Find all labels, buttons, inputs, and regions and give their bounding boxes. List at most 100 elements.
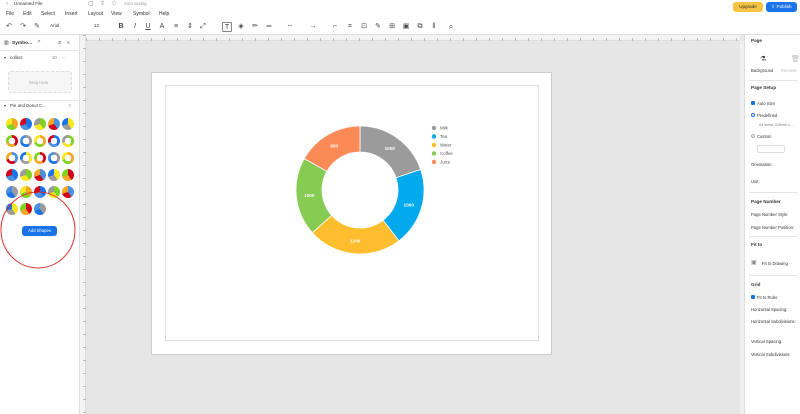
orientation-label: Orientation:: [751, 162, 773, 167]
text-tool-icon[interactable]: T: [222, 22, 232, 32]
text-direction-icon[interactable]: ⤢: [198, 22, 208, 32]
collect-label[interactable]: collect: [10, 55, 22, 60]
menu-symbol[interactable]: Symbol: [133, 11, 150, 17]
align-icon[interactable]: ≡: [171, 22, 181, 32]
shape-thumbnail[interactable]: [20, 118, 32, 130]
italic-icon[interactable]: I: [130, 22, 140, 32]
undo-icon[interactable]: ↶: [4, 22, 14, 32]
font-color-icon[interactable]: A: [157, 22, 167, 32]
page-number-style-label: Page Number Style:: [751, 212, 789, 217]
menu-edit[interactable]: Edit: [23, 11, 32, 17]
library-title[interactable]: Symbo...: [12, 41, 32, 46]
fit-to-drawing-icon[interactable]: ▣: [751, 259, 757, 266]
arrow-style-icon[interactable]: →: [305, 22, 321, 32]
page-setup-heading: Page Setup: [751, 85, 777, 90]
search-icon[interactable]: ⌕: [446, 22, 456, 32]
fit-to-drawing-label[interactable]: Fit to Drawing: [762, 261, 788, 266]
legend-dot: [431, 142, 437, 148]
menu-file[interactable]: File: [6, 11, 14, 17]
shape-thumbnail[interactable]: [48, 118, 60, 130]
drop-zone[interactable]: Drag Here: [8, 71, 72, 93]
delete-icon[interactable]: ⊡: [359, 22, 369, 32]
menu-view[interactable]: View: [111, 11, 122, 17]
divider: [749, 192, 797, 193]
custom-radio[interactable]: [751, 134, 755, 138]
trash-icon[interactable]: 🗑: [791, 55, 800, 63]
predefined-label: Predefined: [757, 113, 778, 118]
remove-label[interactable]: Remove: [781, 68, 797, 73]
publish-button[interactable]: ⇧ Publish: [766, 2, 797, 12]
fit-to-heading: Fit to: [751, 242, 763, 247]
menu-select[interactable]: Select: [41, 11, 55, 17]
vertical-subdivisions-label: Vertical Subdivisions:: [751, 352, 791, 357]
search-icon[interactable]: ⌕: [58, 40, 61, 47]
font-family-select[interactable]: Arial: [50, 23, 59, 28]
shape-thumbnail[interactable]: [62, 118, 74, 130]
slice-label: 1200: [350, 238, 361, 243]
menu-help[interactable]: Help: [159, 11, 169, 17]
align-objects-icon[interactable]: ⊞: [387, 22, 397, 32]
file-title[interactable]: Unnamed File: [14, 1, 43, 6]
upgrade-button[interactable]: Upgrade: [733, 2, 763, 12]
menu-layout[interactable]: Layout: [88, 11, 103, 17]
horizontal-spacing-label: Horizontal Spacing:: [751, 307, 788, 312]
file-icon[interactable]: ▢: [88, 0, 94, 7]
auto-size-checkbox[interactable]: [751, 101, 755, 105]
grid-heading: Grid: [751, 282, 761, 287]
legend-dot: [431, 151, 437, 156]
underline-icon[interactable]: U: [143, 22, 153, 32]
bold-icon[interactable]: B: [116, 22, 126, 32]
custom-size-input[interactable]: [757, 145, 785, 153]
group-icon[interactable]: ▣: [401, 22, 411, 32]
legend-dot: [431, 159, 437, 165]
unit-label: Unit:: [751, 179, 760, 184]
connector-icon[interactable]: ⌐: [330, 22, 340, 32]
symbol-library-panel: ▥ Symbo... ^ ⌕ « ▾ collect 10 ‹ › Drag H…: [0, 35, 100, 414]
menu-insert[interactable]: Insert: [65, 11, 78, 17]
donut-slice-milk[interactable]: [359, 125, 422, 179]
legend-dot: [431, 134, 437, 139]
edit-icon[interactable]: ✎: [373, 22, 383, 32]
text-spacing-icon[interactable]: ⇕: [185, 22, 195, 32]
slice-label: 850: [330, 143, 338, 148]
page-number-heading: Page Number: [751, 199, 781, 204]
chevron-down-icon[interactable]: ▾: [4, 55, 6, 60]
collapse-panel-icon[interactable]: «: [67, 40, 70, 46]
crop-icon[interactable]: ⌗: [345, 22, 355, 32]
divider: [0, 100, 80, 101]
paper-size-select[interactable]: A4 sheet, 210mm x ...: [759, 123, 794, 127]
layer-icon[interactable]: ⧉: [415, 22, 425, 32]
section-title[interactable]: Pie and Donut C...: [10, 103, 46, 108]
line-style-icon[interactable]: ┄: [282, 22, 298, 32]
shape-thumbnail[interactable]: [34, 118, 46, 130]
fill-icon[interactable]: ◈: [236, 22, 246, 32]
chevron-down-icon[interactable]: ▾: [4, 103, 6, 108]
legend-label: Coffee: [440, 151, 453, 156]
fit-to-ruler-checkbox[interactable]: [751, 295, 755, 299]
slice-label: 1000: [385, 146, 396, 151]
close-icon[interactable]: ✕: [68, 103, 72, 109]
format-painter-icon[interactable]: ✎: [32, 22, 42, 32]
shape-thumbnail[interactable]: [6, 118, 18, 130]
line-weight-icon[interactable]: ═: [264, 22, 274, 32]
redo-icon[interactable]: ↷: [18, 22, 28, 32]
publish-icon: ⇧: [771, 4, 776, 9]
tab-page[interactable]: Page: [751, 38, 762, 43]
background-label[interactable]: Background: [751, 68, 773, 73]
font-size-select[interactable]: 12: [94, 23, 99, 28]
predefined-radio[interactable]: [751, 113, 755, 117]
properties-panel: Page ⚗ 🗑 Background Remove Page Setup Au…: [744, 35, 800, 414]
paint-bucket-icon[interactable]: ⚗: [760, 55, 766, 63]
auto-size-label: Auto Size: [757, 101, 775, 106]
chevron-up-icon[interactable]: ^: [38, 40, 40, 46]
more-icon[interactable]: ‹ ›: [62, 55, 66, 60]
library-icon: ▥: [4, 40, 9, 46]
back-icon[interactable]: ‹: [6, 1, 8, 7]
distribute-icon[interactable]: ⫴: [429, 22, 439, 32]
donut-chart[interactable]: 1000 1000 1200 1000 850 Milk Tea Water Coffee Jui…: [290, 120, 470, 260]
star-icon[interactable]: ☆: [111, 0, 117, 7]
custom-label: Custom: [757, 134, 772, 139]
line-color-icon[interactable]: ✏: [250, 22, 260, 32]
share-icon[interactable]: ⇪: [100, 0, 105, 7]
vertical-spacing-label: Vertical Spacing:: [751, 339, 783, 344]
